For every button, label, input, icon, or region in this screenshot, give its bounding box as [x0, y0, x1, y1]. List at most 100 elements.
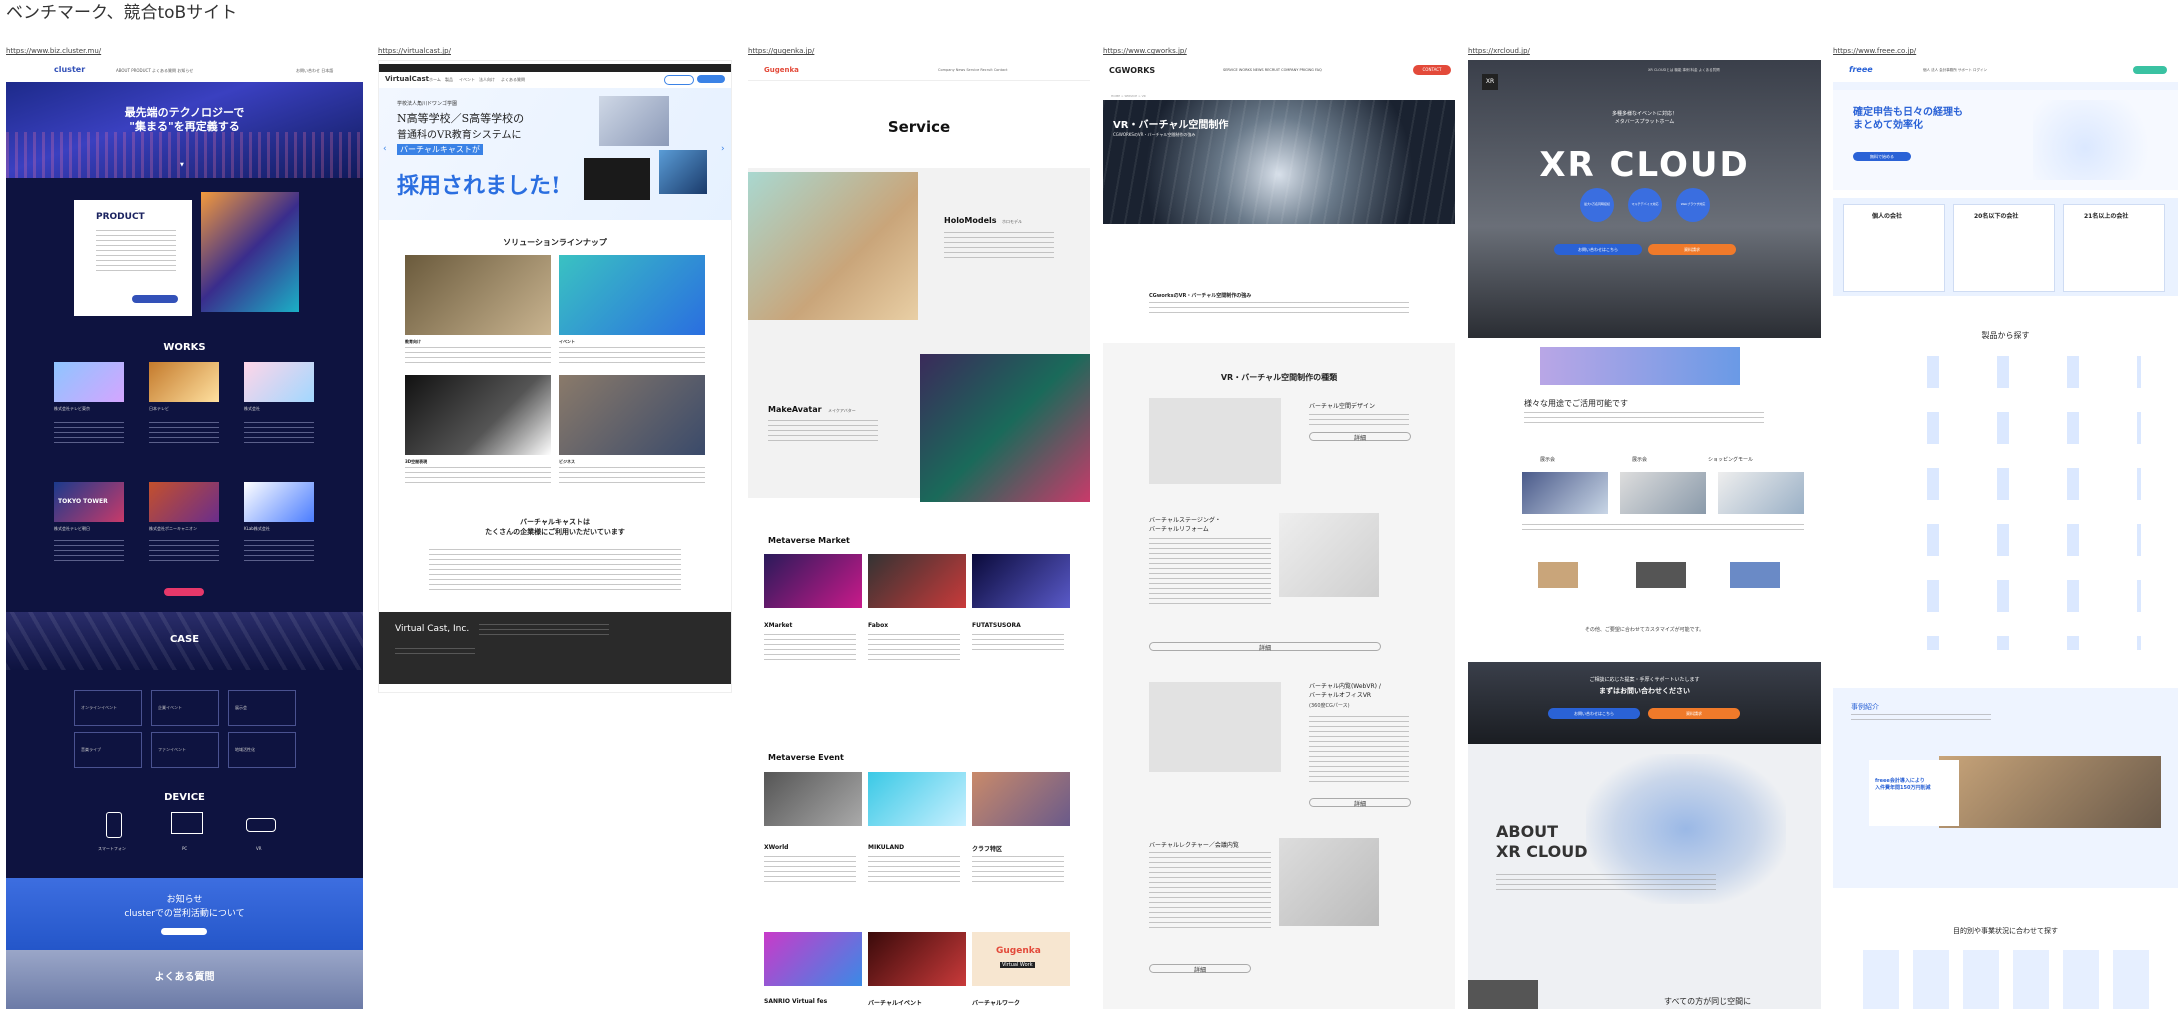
contact-button[interactable]: お問い合わせはこちら — [1554, 244, 1642, 255]
header-contact[interactable]: お問い合わせ 日本語 — [296, 68, 333, 74]
plan-section: 個人の会社 20名以下の会社 21名以上の会社 — [1833, 198, 2178, 296]
works-thumb[interactable] — [149, 362, 219, 402]
works-thumb[interactable] — [54, 362, 124, 402]
clients-heading: バーチャルキャストは たくさんの企業様にご利用いただいています — [485, 518, 625, 536]
nav-item[interactable]: イベント — [459, 77, 475, 83]
faq-heading: よくある質問 — [154, 972, 215, 983]
search-category-grid[interactable] — [1863, 950, 2153, 1009]
hero-screen — [584, 158, 650, 200]
market-item-title[interactable]: XMarket — [764, 622, 792, 629]
event-thumb[interactable] — [764, 772, 862, 826]
search-heading: 目的別や事業状況に合わせて探す — [1953, 927, 2058, 935]
contact-button[interactable]: お問い合わせはこちら — [1548, 708, 1640, 719]
header-nav[interactable]: SERVICE WORKS NEWS RECRUIT COMPANY PRICI… — [1223, 68, 1322, 72]
intro-title: CGworksのVR・バーチャル空間制作の強み — [1149, 293, 1252, 299]
bottom-item-title[interactable]: SANRIO Virtual fes — [764, 998, 827, 1005]
bottom-text: すべての方が同じ空間に — [1664, 997, 1752, 1006]
solution-thumb[interactable] — [405, 375, 551, 455]
carousel-next-icon[interactable]: › — [721, 144, 725, 154]
gugenka-badge[interactable]: Gugenka Virtual Work — [972, 932, 1070, 986]
login-button[interactable] — [664, 75, 694, 85]
plan-card[interactable]: 個人の会社 — [1843, 204, 1945, 292]
product-more-button[interactable] — [132, 295, 178, 303]
works-thumb[interactable] — [244, 362, 314, 402]
bottom-item-title[interactable]: バーチャルワーク — [972, 998, 1020, 1007]
signup-button[interactable] — [697, 75, 725, 83]
screenshot-virtualcast: VirtualCast ホーム 製品 イベント 法人向け よくある質問 学校法人… — [378, 60, 732, 693]
event-banner[interactable] — [1540, 347, 1740, 385]
notice-button[interactable] — [161, 928, 207, 935]
usage-heading: 様々な用途でご活用可能です — [1524, 399, 1628, 408]
notice-bar[interactable] — [1833, 82, 2178, 90]
event-item-title[interactable]: MIKULAND — [868, 844, 904, 851]
detail-button[interactable]: 詳細 — [1149, 642, 1381, 652]
solution-thumb[interactable] — [405, 255, 551, 335]
solution-thumb[interactable] — [559, 375, 705, 455]
solution-thumb[interactable] — [559, 255, 705, 335]
nav-item[interactable]: 法人向け — [479, 77, 495, 83]
page-url-link[interactable]: https://gugenka.jp/ — [748, 47, 814, 55]
plan-card[interactable]: 20名以下の会社 — [1953, 204, 2055, 292]
page-url-link[interactable]: https://xrcloud.jp/ — [1468, 47, 1530, 55]
products-heading: 製品から探す — [1981, 331, 2030, 340]
hero-carousel: 学校法人角川ドワンゴ学園 N高等学校／S高等学校の 普通科のVR教育システムに … — [379, 88, 731, 220]
page-url-link[interactable]: https://virtualcast.jp/ — [378, 47, 451, 55]
product-grid[interactable] — [1869, 350, 2141, 650]
event-item-title[interactable]: クラフ特区 — [972, 844, 1002, 853]
case-tile[interactable]: オンラインイベント — [74, 690, 142, 726]
notice-subtitle[interactable]: clusterでの営利活動について — [6, 906, 363, 919]
header-nav[interactable]: 個人 法人 会計事務所 サポート ログイン — [1923, 68, 1987, 73]
nav-item[interactable]: 製品 — [445, 77, 453, 83]
more-link[interactable] — [944, 268, 974, 274]
bottom-item-title[interactable]: バーチャルイベント — [868, 998, 922, 1007]
market-thumb[interactable] — [868, 554, 966, 608]
holomodels-photo — [748, 172, 918, 320]
hero-cta-button[interactable]: 無料で始める — [1853, 152, 1911, 161]
breadcrumb[interactable]: HOME > SERVICE > VR — [1111, 94, 1146, 98]
nav-item[interactable]: ホーム — [429, 77, 441, 83]
xr-badge: XR — [1482, 74, 1498, 90]
carousel-prev-icon[interactable]: ‹ — [383, 144, 387, 154]
document-button[interactable]: 資料請求 — [1648, 244, 1736, 255]
case-tile[interactable]: 展示会 — [228, 690, 296, 726]
works-thumb[interactable] — [244, 482, 314, 522]
signup-button[interactable] — [2133, 66, 2167, 74]
market-thumb[interactable] — [764, 554, 862, 608]
event-thumb[interactable] — [764, 932, 862, 986]
works-thumb[interactable] — [149, 482, 219, 522]
case-tile[interactable]: ファンイベント — [151, 732, 219, 768]
case-tile[interactable]: 企業イベント — [151, 690, 219, 726]
detail-button[interactable]: 詳細 — [1309, 432, 1411, 442]
document-button[interactable]: 資料請求 — [1648, 708, 1740, 719]
detail-button[interactable]: 詳細 — [1149, 964, 1251, 974]
event-thumb[interactable] — [868, 772, 966, 826]
market-item-title[interactable]: FUTATSUSORA — [972, 622, 1021, 629]
market-item-title[interactable]: Fabox — [868, 622, 888, 629]
detail-button[interactable]: 詳細 — [1309, 798, 1411, 808]
event-thumb[interactable] — [972, 772, 1070, 826]
solution-label: イベント — [559, 339, 575, 344]
market-thumb[interactable] — [972, 554, 1070, 608]
works-more-button[interactable] — [164, 588, 204, 596]
case-heading: CASE — [169, 634, 200, 645]
event-item-title[interactable]: XWorld — [764, 844, 788, 851]
page-url-link[interactable]: https://www.cgworks.jp/ — [1103, 47, 1187, 55]
plan-card[interactable]: 21名以上の会社 — [2063, 204, 2165, 292]
event-thumb[interactable] — [868, 932, 966, 986]
case-tile[interactable]: 地域活性化 — [228, 732, 296, 768]
page-url-link[interactable]: https://www.biz.cluster.mu/ — [6, 47, 101, 55]
works-thumb[interactable]: TOKYO TOWER — [54, 482, 124, 522]
site-logo: VirtualCast — [385, 75, 429, 83]
about-section: ABOUT XR CLOUD すべての方が同じ空間に — [1468, 744, 1821, 1009]
header-nav[interactable]: ABOUT PRODUCT よくある質問 お知らせ — [116, 68, 193, 74]
case-card[interactable]: freee会計導入により 入件費年間150万円削減 — [1869, 760, 1959, 826]
case-heading: 事例紹介 — [1851, 703, 1879, 711]
device-laptop — [1538, 562, 1578, 588]
header-nav[interactable]: Company News Service Recruit Contact — [938, 68, 1007, 72]
nav-item[interactable]: よくある質問 — [501, 77, 525, 83]
case-tile[interactable]: 音楽ライブ — [74, 732, 142, 768]
page-url-link[interactable]: https://www.freee.co.jp/ — [1833, 47, 1916, 55]
contact-button[interactable]: CONTACT — [1413, 65, 1451, 75]
solutions-heading: ソリューションラインナップ — [503, 238, 607, 247]
header-nav[interactable]: XR CLOUDとは 機能 事例 料金 よくある質問 — [1648, 68, 1720, 73]
